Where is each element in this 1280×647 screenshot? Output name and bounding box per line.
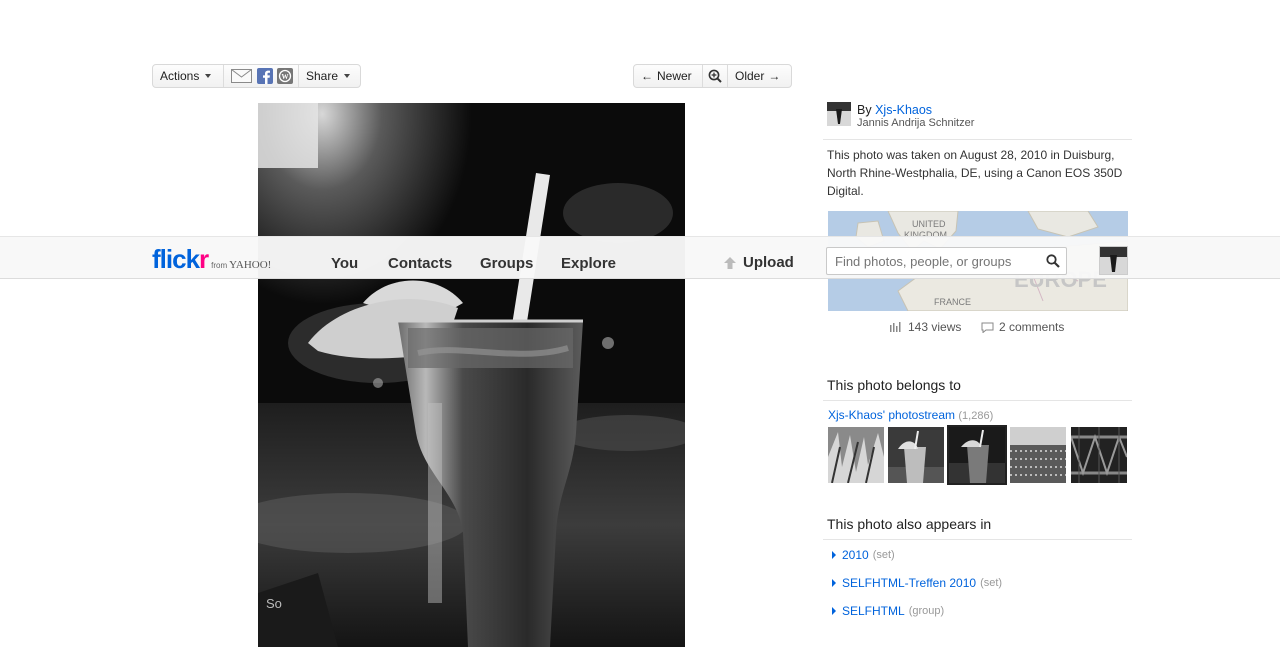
nav-explore[interactable]: Explore: [561, 255, 616, 272]
set-link[interactable]: SELFHTML-Treffen 2010: [842, 576, 976, 590]
zoom-button[interactable]: [703, 65, 727, 87]
appears-title: This photo also appears in: [827, 516, 992, 532]
divider: [823, 139, 1132, 140]
arrow-left-icon: ←: [641, 69, 653, 83]
owner-realname: Jannis Andrija Schnitzer: [857, 117, 975, 129]
photo-navigation: ← Newer Older →: [633, 64, 792, 88]
group-item[interactable]: SELFHTML (group): [832, 604, 944, 618]
triangle-right-icon: [832, 551, 836, 559]
zoom-in-icon: [708, 69, 722, 83]
photostream-link-row: Xjs-Khaos' photostream (1,286): [828, 408, 993, 422]
photostream-thumb[interactable]: [828, 427, 884, 483]
email-button[interactable]: [224, 65, 255, 87]
share-label: Share: [306, 69, 339, 83]
actions-label: Actions: [160, 69, 200, 83]
thumb-image: [888, 427, 944, 483]
map-label-united: UNITED: [912, 219, 946, 229]
owner-byline: By Xjs-Khaos: [857, 103, 932, 117]
photostream-thumb[interactable]: [888, 427, 944, 483]
set-item[interactable]: 2010 (set): [832, 548, 895, 562]
actions-toolbar: Actions W Share: [152, 64, 361, 88]
comments-stat[interactable]: 2 comments: [981, 320, 1064, 334]
photostream-count: (1,286): [958, 410, 994, 422]
photostream-thumb[interactable]: [1071, 427, 1127, 483]
facebook-icon: [257, 68, 273, 84]
group-link[interactable]: SELFHTML: [842, 604, 905, 618]
photo-description: This photo was taken on August 28, 2010 …: [827, 148, 1123, 198]
bar-chart-icon: [890, 322, 901, 332]
chevron-down-icon: [205, 74, 212, 78]
comments-count: 2 comments: [999, 320, 1065, 334]
older-label: Older: [735, 69, 765, 83]
views-stat: 143 views: [890, 320, 961, 334]
set-type: (set): [980, 577, 1003, 589]
comment-icon: [981, 322, 994, 333]
map-label-france: FRANCE: [934, 297, 971, 307]
nav-groups[interactable]: Groups: [480, 255, 533, 272]
photostream-thumb[interactable]: [1010, 427, 1066, 483]
chevron-down-icon: [344, 74, 351, 78]
upload-label: Upload: [743, 254, 794, 271]
owner-avatar[interactable]: [827, 102, 851, 126]
views-count: 143 views: [908, 320, 962, 334]
main-photo[interactable]: So: [258, 103, 685, 647]
set-item[interactable]: SELFHTML-Treffen 2010 (set): [832, 576, 1002, 590]
set-link[interactable]: 2010: [842, 548, 869, 562]
triangle-right-icon: [832, 579, 836, 587]
older-button[interactable]: Older →: [728, 65, 787, 87]
triangle-right-icon: [832, 607, 836, 615]
group-type: (group): [908, 605, 945, 617]
wordpress-button[interactable]: W: [275, 65, 298, 87]
svg-text:W: W: [282, 73, 289, 81]
search-input[interactable]: [826, 247, 1067, 275]
global-nav-bar: flickr from YAHOO! You Contacts Groups E…: [0, 236, 1280, 279]
photostream-link[interactable]: Xjs-Khaos' photostream: [828, 408, 955, 422]
nav-you[interactable]: You: [331, 255, 358, 272]
actions-button[interactable]: Actions: [153, 65, 223, 87]
logo-text: flickr: [152, 244, 209, 274]
by-label: By: [857, 103, 872, 117]
avatar-image: [827, 102, 851, 126]
belongs-title: This photo belongs to: [827, 377, 961, 393]
divider: [823, 539, 1132, 540]
share-button[interactable]: Share: [299, 65, 357, 87]
newer-label: Newer: [657, 69, 692, 83]
user-avatar-image: [1100, 247, 1127, 274]
arrow-right-icon: →: [768, 69, 781, 83]
set-type: (set): [872, 549, 895, 561]
user-avatar[interactable]: [1099, 246, 1128, 275]
upload-button[interactable]: Upload: [723, 254, 794, 271]
cocktail-photo-image: So: [258, 103, 685, 647]
upload-arrow-icon: [724, 256, 736, 269]
nav-contacts[interactable]: Contacts: [388, 255, 452, 272]
divider: [823, 400, 1132, 401]
owner-username-link[interactable]: Xjs-Khaos: [875, 103, 932, 117]
thumb-image: [828, 427, 884, 483]
photostream-thumb-current[interactable]: [947, 425, 1007, 485]
svg-text:So: So: [266, 596, 282, 611]
search-icon[interactable]: [1046, 254, 1060, 268]
email-icon: [231, 69, 252, 83]
thumb-image: [949, 427, 1005, 483]
flickr-logo[interactable]: flickr from YAHOO!: [152, 244, 271, 275]
newer-button[interactable]: ← Newer: [634, 65, 702, 87]
thumb-image: [1071, 427, 1127, 483]
wordpress-icon: W: [277, 68, 293, 84]
logo-sub-yahoo: YAHOO!: [229, 259, 272, 271]
thumb-image: [1010, 427, 1066, 483]
facebook-button[interactable]: [255, 65, 275, 87]
logo-sub-from: from: [211, 261, 228, 270]
